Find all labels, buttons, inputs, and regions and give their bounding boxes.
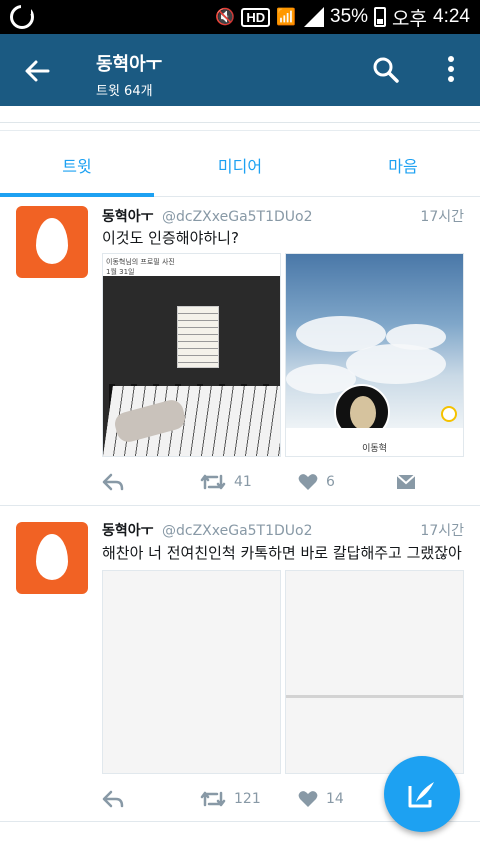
tweet-author-handle: @dcZXxeGa5T1DUo2 — [161, 523, 313, 539]
media-photo-placeholder[interactable] — [285, 570, 464, 774]
egg-avatar-icon — [36, 534, 68, 580]
reply-button[interactable] — [102, 473, 200, 491]
header-gap — [0, 106, 480, 131]
like-button[interactable]: 6 — [298, 473, 396, 491]
reply-button[interactable] — [102, 790, 200, 808]
tweet-text: 이것도 인증해야하니? — [102, 229, 239, 247]
like-count: 14 — [326, 791, 344, 807]
tweet-author-name: 동혁아ㅜ — [102, 209, 154, 225]
media-photo-profile[interactable]: 이동혁 — [285, 253, 464, 457]
tweet-media — [102, 570, 464, 774]
hd-badge: HD — [241, 7, 271, 27]
battery-icon — [374, 7, 387, 27]
clock-ampm: 오후 — [392, 8, 428, 30]
cloud — [386, 324, 446, 350]
photo-header: 이동혁님의 프로필 사진 1월 31일 — [103, 254, 280, 276]
sheet-music — [177, 306, 219, 368]
direct-message-button[interactable] — [396, 474, 416, 490]
tweet-media: 이동혁님의 프로필 사진 1월 31일 이동혁 — [102, 253, 464, 457]
tweet-time: 17시간 — [420, 523, 464, 539]
clock-time: 4:24 — [433, 6, 470, 27]
tab-tweets[interactable]: 트윗 — [0, 131, 154, 197]
tab-media[interactable]: 미디어 — [154, 131, 326, 196]
carrier-logo-icon — [10, 4, 34, 29]
retweet-icon — [200, 474, 226, 490]
tweet-item[interactable]: 동혁아ㅜ @dcZXxeGa5T1DUo2 17시간 이것도 인증해야하니? 이… — [0, 197, 480, 506]
retweet-button[interactable]: 121 — [200, 790, 298, 808]
star-badge-icon — [441, 406, 457, 422]
search-icon[interactable] — [372, 56, 400, 84]
cloud — [346, 344, 446, 384]
retweet-button[interactable]: 41 — [200, 473, 298, 491]
compose-feather-icon — [408, 782, 434, 808]
wifi-icon: 📶 — [276, 9, 297, 26]
like-count: 6 — [326, 474, 335, 490]
photo-caption: 이동혁님의 프로필 사진 — [106, 258, 175, 266]
mute-icon: 🔇 — [215, 9, 236, 26]
tab-likes[interactable]: 마음 — [326, 131, 480, 196]
reply-icon — [102, 790, 124, 808]
tweet-actions: 41 6 — [102, 469, 464, 495]
status-bar: 🔇 HD 📶 35% 오후 4:24 — [0, 0, 480, 34]
like-button[interactable]: 14 — [298, 790, 396, 808]
more-options-icon[interactable] — [446, 54, 456, 84]
tweet-count: 트윗 64개 — [96, 84, 153, 99]
heart-icon — [298, 791, 318, 807]
media-photo-piano[interactable]: 이동혁님의 프로필 사진 1월 31일 — [102, 253, 281, 457]
signal-icon — [302, 7, 325, 27]
tweet-author-name: 동혁아ㅜ — [102, 523, 154, 539]
retweet-icon — [200, 791, 226, 807]
envelope-icon — [396, 474, 416, 489]
piano-scene — [103, 276, 280, 456]
profile-name-caption: 이동혁 — [286, 428, 463, 456]
media-photo-placeholder[interactable] — [102, 570, 281, 774]
avatar[interactable] — [16, 522, 88, 594]
tweet-text: 해찬아 너 전여친인척 카톡하면 바로 칼답해주고 그랬잖아 — [102, 544, 462, 562]
avatar[interactable] — [16, 206, 88, 278]
retweet-count: 41 — [234, 474, 252, 490]
egg-avatar-icon — [36, 218, 68, 264]
compose-tweet-button[interactable] — [384, 756, 460, 832]
profile-tabs: 트윗 미디어 마음 — [0, 131, 480, 197]
tweet-time: 17시간 — [420, 209, 464, 225]
retweet-count: 121 — [234, 791, 261, 807]
back-arrow-icon[interactable] — [22, 56, 52, 86]
divider — [286, 695, 463, 698]
reply-icon — [102, 473, 124, 491]
profile-title: 동혁아ㅜ — [96, 54, 163, 75]
battery-percent: 35% — [330, 6, 369, 27]
app-bar: 동혁아ㅜ 트윗 64개 — [0, 34, 480, 106]
divider — [0, 122, 480, 123]
heart-icon — [298, 474, 318, 490]
tweet-author-handle: @dcZXxeGa5T1DUo2 — [161, 209, 313, 225]
